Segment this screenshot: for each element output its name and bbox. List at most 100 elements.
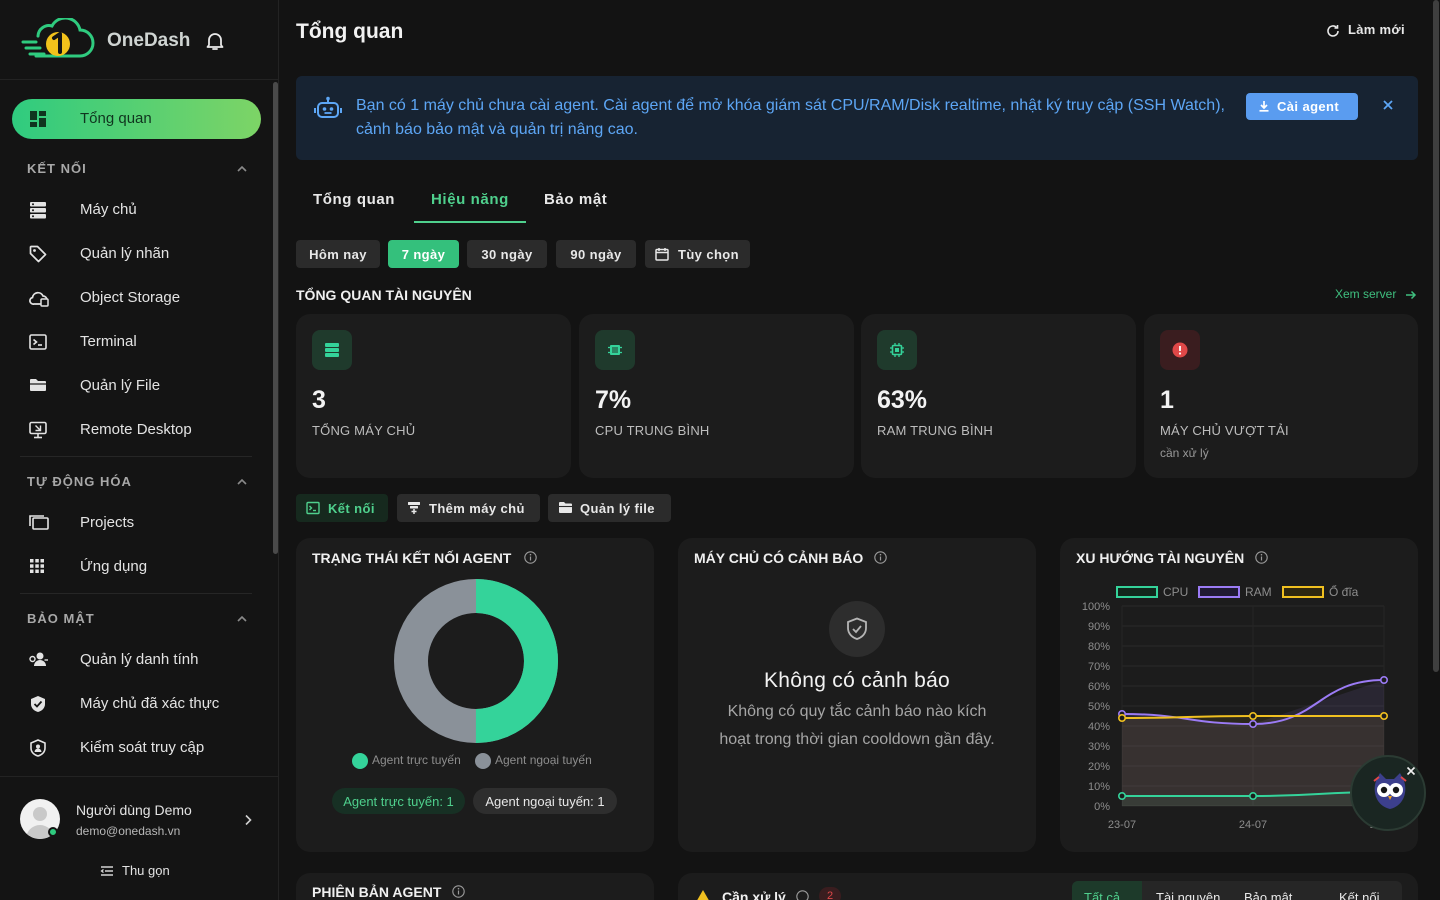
identity-icon <box>29 651 49 667</box>
alert-icon <box>1172 342 1188 358</box>
collapse-label: Thu gọn <box>122 863 170 878</box>
tab-performance[interactable]: Hiệu năng <box>431 191 509 208</box>
legend-swatch <box>1282 586 1324 598</box>
section-automation-title[interactable]: TỰ ĐỘNG HÓA <box>27 474 132 489</box>
sidebar-item-terminal[interactable]: Terminal <box>12 324 261 360</box>
sidebar-item-label: Remote Desktop <box>80 421 192 438</box>
sidebar-item-label: Kiểm soát truy cập <box>80 739 205 756</box>
install-agent-button[interactable]: Cài agent <box>1246 93 1358 120</box>
close-assistant-icon[interactable] <box>1406 766 1416 776</box>
online-status-dot <box>48 827 58 837</box>
sidebar-item-overview[interactable]: Tổng quan <box>12 99 261 139</box>
stat-overloaded-servers[interactable]: 1 MÁY CHỦ VƯỢT TẢI cần xử lý <box>1144 314 1418 478</box>
legend-offline-label[interactable]: Agent ngoại tuyến <box>495 753 592 767</box>
legend-label: RAM <box>1245 585 1272 599</box>
sidebar-item-label: Quản lý File <box>80 377 161 394</box>
range-label: Hôm nay <box>309 247 367 262</box>
collapse-icon <box>100 865 114 877</box>
sidebar-item-label: Ứng dụng <box>80 558 148 575</box>
info-icon[interactable] <box>874 551 887 564</box>
chevron-up-icon[interactable] <box>236 615 248 623</box>
close-banner-icon[interactable] <box>1382 99 1394 111</box>
todo-filter-group: Tất cả Tài nguyên Bảo mật Kết nối <box>1072 881 1402 900</box>
monitor-icon <box>29 421 47 439</box>
user-profile[interactable]: Người dùng Demo demo@onedash.vn Thu gọn <box>0 776 279 900</box>
sidebar-item-apps[interactable]: Ứng dụng <box>12 549 261 585</box>
legend-online-label[interactable]: Agent trực tuyến <box>372 753 461 767</box>
onedash-logo-icon[interactable] <box>20 18 96 62</box>
y-tick-label: 80% <box>1088 641 1110 653</box>
chat-assistant-bubble[interactable] <box>1350 755 1426 831</box>
connect-button[interactable]: Kết nối <box>296 494 388 522</box>
refresh-label: Làm mới <box>1348 22 1405 37</box>
folder-icon <box>558 501 573 514</box>
view-server-link[interactable]: Xem server <box>1335 287 1417 301</box>
legend-swatch <box>1198 586 1240 598</box>
stat-badge <box>877 330 917 370</box>
x-tick-label: 24-07 <box>1239 819 1267 831</box>
offline-count-pill: Agent ngoại tuyến: 1 <box>473 788 617 814</box>
section-connect-title[interactable]: KẾT NỐI <box>27 161 87 176</box>
sidebar-item-label: Terminal <box>80 333 137 350</box>
chevron-right-icon[interactable] <box>244 814 252 826</box>
stat-value: 63% <box>877 386 928 414</box>
info-icon[interactable] <box>452 885 465 898</box>
chevron-up-icon[interactable] <box>236 478 248 486</box>
stat-caption: CPU TRUNG BÌNH <box>595 423 710 438</box>
folder-icon <box>29 377 47 393</box>
section-divider <box>20 593 252 594</box>
y-tick-label: 30% <box>1088 741 1110 753</box>
filter-all[interactable]: Tất cả <box>1084 890 1120 900</box>
filter-security[interactable]: Bảo mật <box>1244 890 1292 900</box>
sidebar-item-label: Projects <box>80 514 135 531</box>
manage-file-label: Quản lý file <box>580 501 655 516</box>
sidebar-item-verified-servers[interactable]: Máy chủ đã xác thực <box>12 686 261 722</box>
data-point <box>1379 712 1388 721</box>
range-today-button[interactable]: Hôm nay <box>296 240 380 268</box>
page-scrollbar[interactable] <box>1433 0 1439 672</box>
connect-label: Kết nối <box>328 501 375 516</box>
filter-connection[interactable]: Kết nối <box>1339 890 1379 900</box>
y-tick-label: 70% <box>1088 661 1110 673</box>
cpu-icon <box>607 342 623 358</box>
data-point <box>1117 714 1126 723</box>
stat-total-servers[interactable]: 3 TỔNG MÁY CHỦ <box>296 314 571 478</box>
chevron-up-icon[interactable] <box>236 165 248 173</box>
info-icon[interactable] <box>524 551 537 564</box>
card-title: MÁY CHỦ CÓ CẢNH BÁO <box>694 550 864 566</box>
sidebar-item-access-control[interactable]: Kiểm soát truy cập <box>12 730 261 766</box>
sidebar-item-files[interactable]: Quản lý File <box>12 368 261 404</box>
card-title: TRẠNG THÁI KẾT NỐI AGENT <box>312 550 512 566</box>
sidebar-item-servers[interactable]: Máy chủ <box>12 192 261 228</box>
tab-security[interactable]: Bảo mật <box>544 191 607 208</box>
tab-overview[interactable]: Tổng quan <box>313 191 395 208</box>
sidebar-item-identity[interactable]: Quản lý danh tính <box>12 642 261 678</box>
data-point <box>1249 712 1258 721</box>
range-7-days-button[interactable]: 7 ngày <box>388 240 459 268</box>
sidebar-item-object-storage[interactable]: Object Storage <box>12 280 261 316</box>
info-icon[interactable] <box>1255 551 1268 564</box>
sidebar: OneDash Tổng quan KẾT NỐI Máy chủ Quản l… <box>0 0 279 900</box>
stat-ram-average[interactable]: 63% RAM TRUNG BÌNH <box>861 314 1136 478</box>
add-server-icon <box>407 501 421 515</box>
agent-donut-chart <box>394 579 558 743</box>
range-custom-button[interactable]: Tùy chọn <box>645 240 750 268</box>
sidebar-item-projects[interactable]: Projects <box>12 505 261 541</box>
stat-cpu-average[interactable]: 7% CPU TRUNG BÌNH <box>579 314 854 478</box>
section-security-title[interactable]: BẢO MẬT <box>27 611 95 626</box>
stat-caption: RAM TRUNG BÌNH <box>877 423 993 438</box>
range-30-days-button[interactable]: 30 ngày <box>467 240 547 268</box>
sidebar-item-tags[interactable]: Quản lý nhãn <box>12 236 261 272</box>
robot-icon <box>314 96 342 120</box>
sidebar-item-remote-desktop[interactable]: Remote Desktop <box>12 412 261 448</box>
sidebar-scrollbar[interactable] <box>273 82 278 554</box>
filter-resources[interactable]: Tài nguyên <box>1156 890 1220 900</box>
stat-value: 7% <box>595 386 632 414</box>
manage-file-button[interactable]: Quản lý file <box>548 494 671 522</box>
range-90-days-button[interactable]: 90 ngày <box>556 240 636 268</box>
user-name: Người dùng Demo <box>76 802 192 818</box>
add-server-button[interactable]: Thêm máy chủ <box>397 494 540 522</box>
bell-icon[interactable] <box>206 31 224 51</box>
active-tab-indicator <box>414 221 526 223</box>
info-icon[interactable] <box>796 890 809 900</box>
